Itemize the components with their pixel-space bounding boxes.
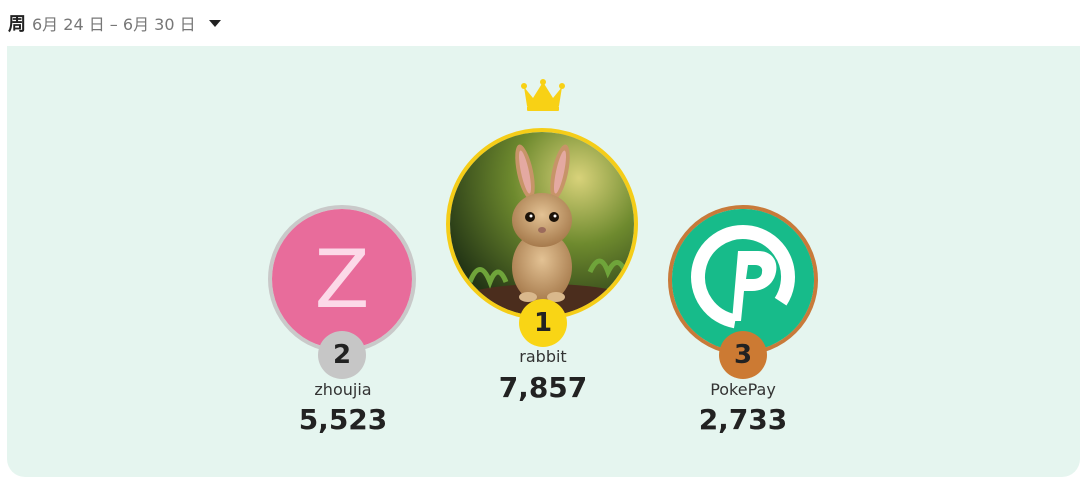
avatar-ring-first <box>446 128 638 320</box>
avatar[interactable]: Z <box>272 209 412 349</box>
crown-icon <box>521 79 565 111</box>
user-score: 7,857 <box>498 371 588 404</box>
avatar-initial: Z <box>314 232 370 326</box>
pokepay-logo-icon[interactable] <box>672 209 814 351</box>
rank-badge: 1 <box>519 299 567 347</box>
period-range: 6月 24 日 – 6月 30 日 <box>32 15 196 34</box>
user-name[interactable]: zhoujia <box>263 380 423 399</box>
caret-down-icon[interactable] <box>208 18 222 28</box>
user-score: 2,733 <box>698 403 788 436</box>
period-label: 周 <box>8 14 26 35</box>
user-score: 5,523 <box>298 403 388 436</box>
user-name[interactable]: PokePay <box>663 380 823 399</box>
rabbit-photo-icon[interactable] <box>450 132 634 316</box>
user-name[interactable]: rabbit <box>463 347 623 366</box>
rank-badge: 2 <box>318 331 366 379</box>
rank-badge: 3 <box>719 331 767 379</box>
period-selector[interactable]: 周 6月 24 日 – 6月 30 日 <box>8 9 222 37</box>
